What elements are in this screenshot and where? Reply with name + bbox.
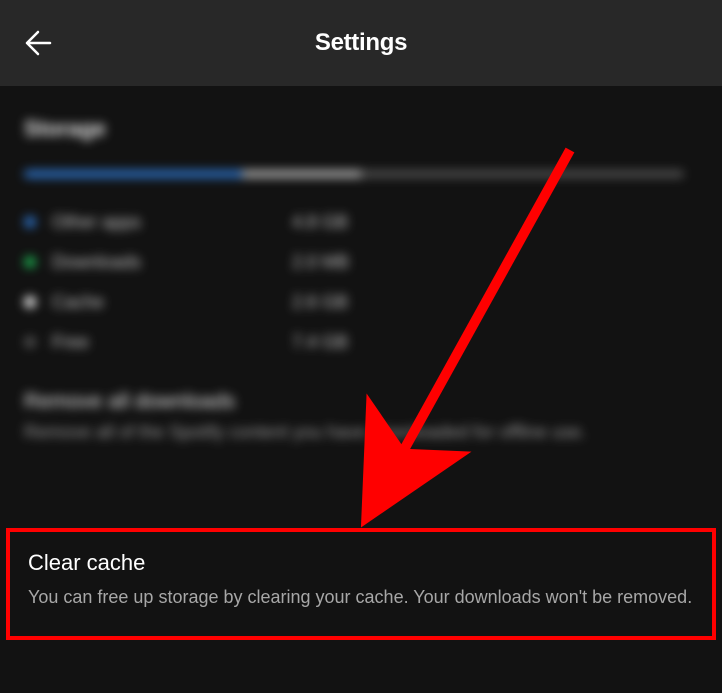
remove-all-downloads-desc: Remove all of the Spotify content you ha…	[24, 420, 698, 445]
storage-bar-other-apps	[24, 170, 242, 178]
arrow-left-icon	[22, 28, 52, 58]
page-title: Settings	[0, 29, 722, 57]
storage-bar-cache	[242, 170, 361, 178]
legend-row-cache: Cache 2.6 GB	[24, 282, 698, 322]
clear-cache-title: Clear cache	[28, 550, 694, 576]
remove-all-downloads-item[interactable]: Remove all downloads Remove all of the S…	[24, 390, 698, 445]
legend-value: 2.6 GB	[292, 292, 348, 313]
storage-section-title: Storage	[24, 116, 698, 142]
legend-row-other-apps: Other apps 4.8 GB	[24, 202, 698, 242]
legend-dot-icon	[24, 256, 36, 268]
legend-label: Downloads	[52, 252, 292, 273]
legend-dot-icon	[24, 336, 36, 348]
clear-cache-desc: You can free up storage by clearing your…	[28, 584, 694, 610]
legend-value: 4.8 GB	[292, 212, 348, 233]
legend-value: 2.0 MB	[292, 252, 349, 273]
legend-dot-icon	[24, 296, 36, 308]
storage-legend: Other apps 4.8 GB Downloads 2.0 MB Cache…	[24, 202, 698, 362]
storage-bar	[24, 170, 684, 178]
legend-label: Free	[52, 332, 292, 353]
legend-row-downloads: Downloads 2.0 MB	[24, 242, 698, 282]
legend-row-free: Free 7.4 GB	[24, 322, 698, 362]
remove-all-downloads-title: Remove all downloads	[24, 390, 698, 414]
legend-dot-icon	[24, 216, 36, 228]
legend-label: Cache	[52, 292, 292, 313]
clear-cache-item[interactable]: Clear cache You can free up storage by c…	[6, 528, 716, 640]
blurred-background-region: Storage Other apps 4.8 GB Downloads 2.0 …	[24, 86, 698, 445]
back-button[interactable]	[22, 28, 52, 58]
header-bar: Settings	[0, 0, 722, 86]
legend-value: 7.4 GB	[292, 332, 348, 353]
legend-label: Other apps	[52, 212, 292, 233]
